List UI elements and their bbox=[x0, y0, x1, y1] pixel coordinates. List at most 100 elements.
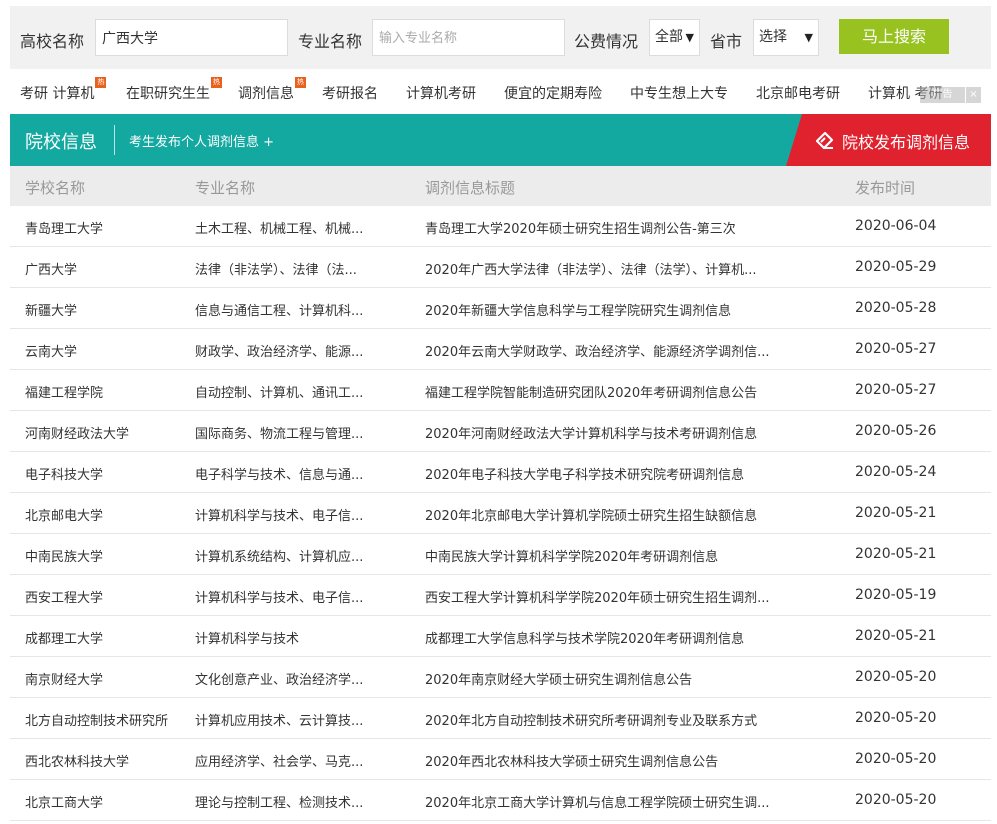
title-link[interactable]: 中南民族大学计算机科学学院2020年考研调剂信息 bbox=[425, 546, 795, 565]
major-name-input[interactable] bbox=[372, 19, 565, 56]
school-cell: 河南财经政法大学 bbox=[25, 427, 130, 442]
major-cell[interactable]: 理论与控制工程、检测技术... bbox=[195, 792, 375, 811]
ad-tag: 广告 × bbox=[920, 87, 981, 103]
province-select[interactable]: 选择 ▼ bbox=[753, 19, 819, 56]
hotlink-item[interactable]: 考研 计算机热 bbox=[20, 77, 107, 103]
table-row: 成都理工大学 计算机科学与技术 成都理工大学信息科学与技术学院2020年考研调剂… bbox=[10, 616, 991, 657]
major-cell[interactable]: 法律（非法学）、法律（法... bbox=[195, 259, 375, 278]
funding-select-value: 全部 bbox=[655, 29, 683, 45]
date-cell: 2020-05-21 bbox=[855, 628, 937, 644]
title-link[interactable]: 2020年北方自动控制技术研究所考研调剂专业及联系方式 bbox=[425, 710, 795, 729]
major-cell[interactable]: 电子科学与技术、信息与通... bbox=[195, 464, 375, 483]
hotlink-item[interactable]: 调剂信息热 bbox=[238, 77, 306, 103]
table-row: 北京工商大学 理论与控制工程、检测技术... 2020年北京工商大学计算机与信息… bbox=[10, 780, 991, 821]
table-body: 青岛理工大学 土木工程、机械工程、机械... 青岛理工大学2020年硕士研究生招… bbox=[10, 206, 991, 821]
hotlink-item[interactable]: 在职研究生生热 bbox=[126, 77, 222, 103]
school-cell: 西北农林科技大学 bbox=[25, 755, 130, 770]
major-cell[interactable]: 计算机系统结构、计算机应... bbox=[195, 546, 375, 565]
hotlink-item[interactable]: 便宜的定期寿险 bbox=[504, 83, 602, 103]
school-cell: 广西大学 bbox=[25, 263, 78, 278]
table-row: 北京邮电大学 计算机科学与技术、电子信... 2020年北京邮电大学计算机学院硕… bbox=[10, 493, 991, 534]
date-cell: 2020-06-04 bbox=[855, 218, 937, 234]
hot-badge: 热 bbox=[95, 77, 107, 88]
school-cell: 电子科技大学 bbox=[25, 468, 104, 483]
date-cell: 2020-05-21 bbox=[855, 546, 937, 562]
close-icon[interactable]: × bbox=[966, 87, 981, 103]
date-cell: 2020-05-20 bbox=[855, 669, 937, 685]
title-link[interactable]: 成都理工大学信息科学与技术学院2020年考研调剂信息 bbox=[425, 628, 795, 647]
table-row: 河南财经政法大学 国际商务、物流工程与管理... 2020年河南财经政法大学计算… bbox=[10, 411, 991, 452]
publish-school-button[interactable]: 院校发布调剂信息 bbox=[786, 114, 991, 166]
date-cell: 2020-05-28 bbox=[855, 300, 937, 316]
publish-school-label: 院校发布调剂信息 bbox=[842, 133, 971, 152]
table-row: 电子科技大学 电子科学与技术、信息与通... 2020年电子科技大学电子科学技术… bbox=[10, 452, 991, 493]
school-cell: 福建工程学院 bbox=[25, 386, 104, 401]
ad-label: 广告 bbox=[920, 87, 965, 103]
major-cell[interactable]: 计算机科学与技术、电子信... bbox=[195, 587, 375, 606]
school-cell: 北京工商大学 bbox=[25, 796, 104, 811]
title-link[interactable]: 2020年云南大学财政学、政治经济学、能源经济学调剂信... bbox=[425, 341, 795, 360]
date-cell: 2020-05-20 bbox=[855, 751, 937, 767]
search-bar: 高校名称 专业名称 公费情况 全部 ▼ 省市 选择 ▼ 马上搜索 bbox=[10, 6, 991, 69]
school-cell: 北方自动控制技术研究所 bbox=[25, 714, 169, 729]
title-link[interactable]: 2020年河南财经政法大学计算机科学与技术考研调剂信息 bbox=[425, 423, 795, 442]
hot-links-bar: 考研 计算机热 在职研究生生热 调剂信息热 考研报名 计算机考研 便宜的定期寿险… bbox=[0, 76, 997, 106]
date-cell: 2020-05-24 bbox=[855, 464, 937, 480]
header-school: 学校名称 bbox=[25, 179, 86, 197]
major-cell[interactable]: 计算机应用技术、云计算技... bbox=[195, 710, 375, 729]
title-link[interactable]: 福建工程学院智能制造研究团队2020年考研调剂信息公告 bbox=[425, 382, 795, 401]
major-cell[interactable]: 自动控制、计算机、通讯工... bbox=[195, 382, 375, 401]
title-link[interactable]: 2020年新疆大学信息科学与工程学院研究生调剂信息 bbox=[425, 300, 795, 319]
school-name-input[interactable] bbox=[95, 19, 288, 56]
table-header: 学校名称 专业名称 调剂信息标题 发布时间 bbox=[10, 166, 991, 206]
major-cell[interactable]: 应用经济学、社会学、马克... bbox=[195, 751, 375, 770]
hotlink-label: 在职研究生生 bbox=[126, 86, 210, 102]
school-cell: 青岛理工大学 bbox=[25, 222, 104, 237]
title-link[interactable]: 2020年北京邮电大学计算机学院硕士研究生招生缺额信息 bbox=[425, 505, 795, 524]
date-cell: 2020-05-26 bbox=[855, 423, 937, 439]
major-cell[interactable]: 国际商务、物流工程与管理... bbox=[195, 423, 375, 442]
school-info-header: 院校信息 考生发布个人调剂信息 + 院校发布调剂信息 bbox=[10, 114, 991, 166]
divider bbox=[114, 125, 115, 155]
table-row: 西北农林科技大学 应用经济学、社会学、马克... 2020年西北农林科技大学硕士… bbox=[10, 739, 991, 780]
date-cell: 2020-05-19 bbox=[855, 587, 937, 603]
funding-label: 公费情况 bbox=[574, 32, 639, 51]
school-cell: 北京邮电大学 bbox=[25, 509, 104, 524]
chevron-down-icon: ▼ bbox=[685, 31, 694, 44]
date-cell: 2020-05-29 bbox=[855, 259, 937, 275]
header-title: 调剂信息标题 bbox=[425, 179, 516, 197]
hot-badge: 热 bbox=[211, 77, 222, 88]
title-link[interactable]: 西安工程大学计算机科学学院2020年硕士研究生招生调剂... bbox=[425, 587, 795, 606]
major-cell[interactable]: 计算机科学与技术、电子信... bbox=[195, 505, 375, 524]
hotlink-item[interactable]: 考研报名 bbox=[322, 83, 378, 103]
date-cell: 2020-05-27 bbox=[855, 341, 937, 357]
date-cell: 2020-05-21 bbox=[855, 505, 937, 521]
major-cell[interactable]: 计算机科学与技术 bbox=[195, 628, 375, 647]
hotlink-item[interactable]: 计算机考研 bbox=[406, 83, 476, 103]
funding-select[interactable]: 全部 ▼ bbox=[649, 19, 700, 56]
major-cell[interactable]: 文化创意产业、政治经济学... bbox=[195, 669, 375, 688]
search-button[interactable]: 马上搜索 bbox=[839, 19, 949, 54]
title-link[interactable]: 2020年西北农林科技大学硕士研究生调剂信息公告 bbox=[425, 751, 795, 770]
major-cell[interactable]: 财政学、政治经济学、能源... bbox=[195, 341, 375, 360]
table-row: 西安工程大学 计算机科学与技术、电子信... 西安工程大学计算机科学学院2020… bbox=[10, 575, 991, 616]
school-cell: 西安工程大学 bbox=[25, 591, 104, 606]
header-date: 发布时间 bbox=[855, 179, 916, 197]
section-title: 院校信息 bbox=[25, 132, 97, 153]
major-cell[interactable]: 土木工程、机械工程、机械... bbox=[195, 218, 375, 237]
table-row: 新疆大学 信息与通信工程、计算机科... 2020年新疆大学信息科学与工程学院研… bbox=[10, 288, 991, 329]
school-cell: 成都理工大学 bbox=[25, 632, 104, 647]
hotlink-label: 调剂信息 bbox=[238, 86, 294, 102]
title-link[interactable]: 2020年电子科技大学电子科学技术研究院考研调剂信息 bbox=[425, 464, 795, 483]
title-link[interactable]: 2020年广西大学法律（非法学）、法律（法学）、计算机... bbox=[425, 259, 795, 278]
table-row: 中南民族大学 计算机系统结构、计算机应... 中南民族大学计算机科学学院2020… bbox=[10, 534, 991, 575]
publish-personal-link[interactable]: 考生发布个人调剂信息 + bbox=[129, 131, 274, 150]
table-row: 福建工程学院 自动控制、计算机、通讯工... 福建工程学院智能制造研究团队202… bbox=[10, 370, 991, 411]
title-link[interactable]: 青岛理工大学2020年硕士研究生招生调剂公告-第三次 bbox=[425, 218, 795, 237]
hotlink-item[interactable]: 北京邮电考研 bbox=[756, 83, 840, 103]
major-cell[interactable]: 信息与通信工程、计算机科... bbox=[195, 300, 375, 319]
title-link[interactable]: 2020年南京财经大学硕士研究生调剂信息公告 bbox=[425, 669, 795, 688]
hotlink-item[interactable]: 中专生想上大专 bbox=[630, 83, 728, 103]
major-name-label: 专业名称 bbox=[298, 32, 363, 51]
title-link[interactable]: 2020年北京工商大学计算机与信息工程学院硕士研究生调... bbox=[425, 792, 795, 811]
